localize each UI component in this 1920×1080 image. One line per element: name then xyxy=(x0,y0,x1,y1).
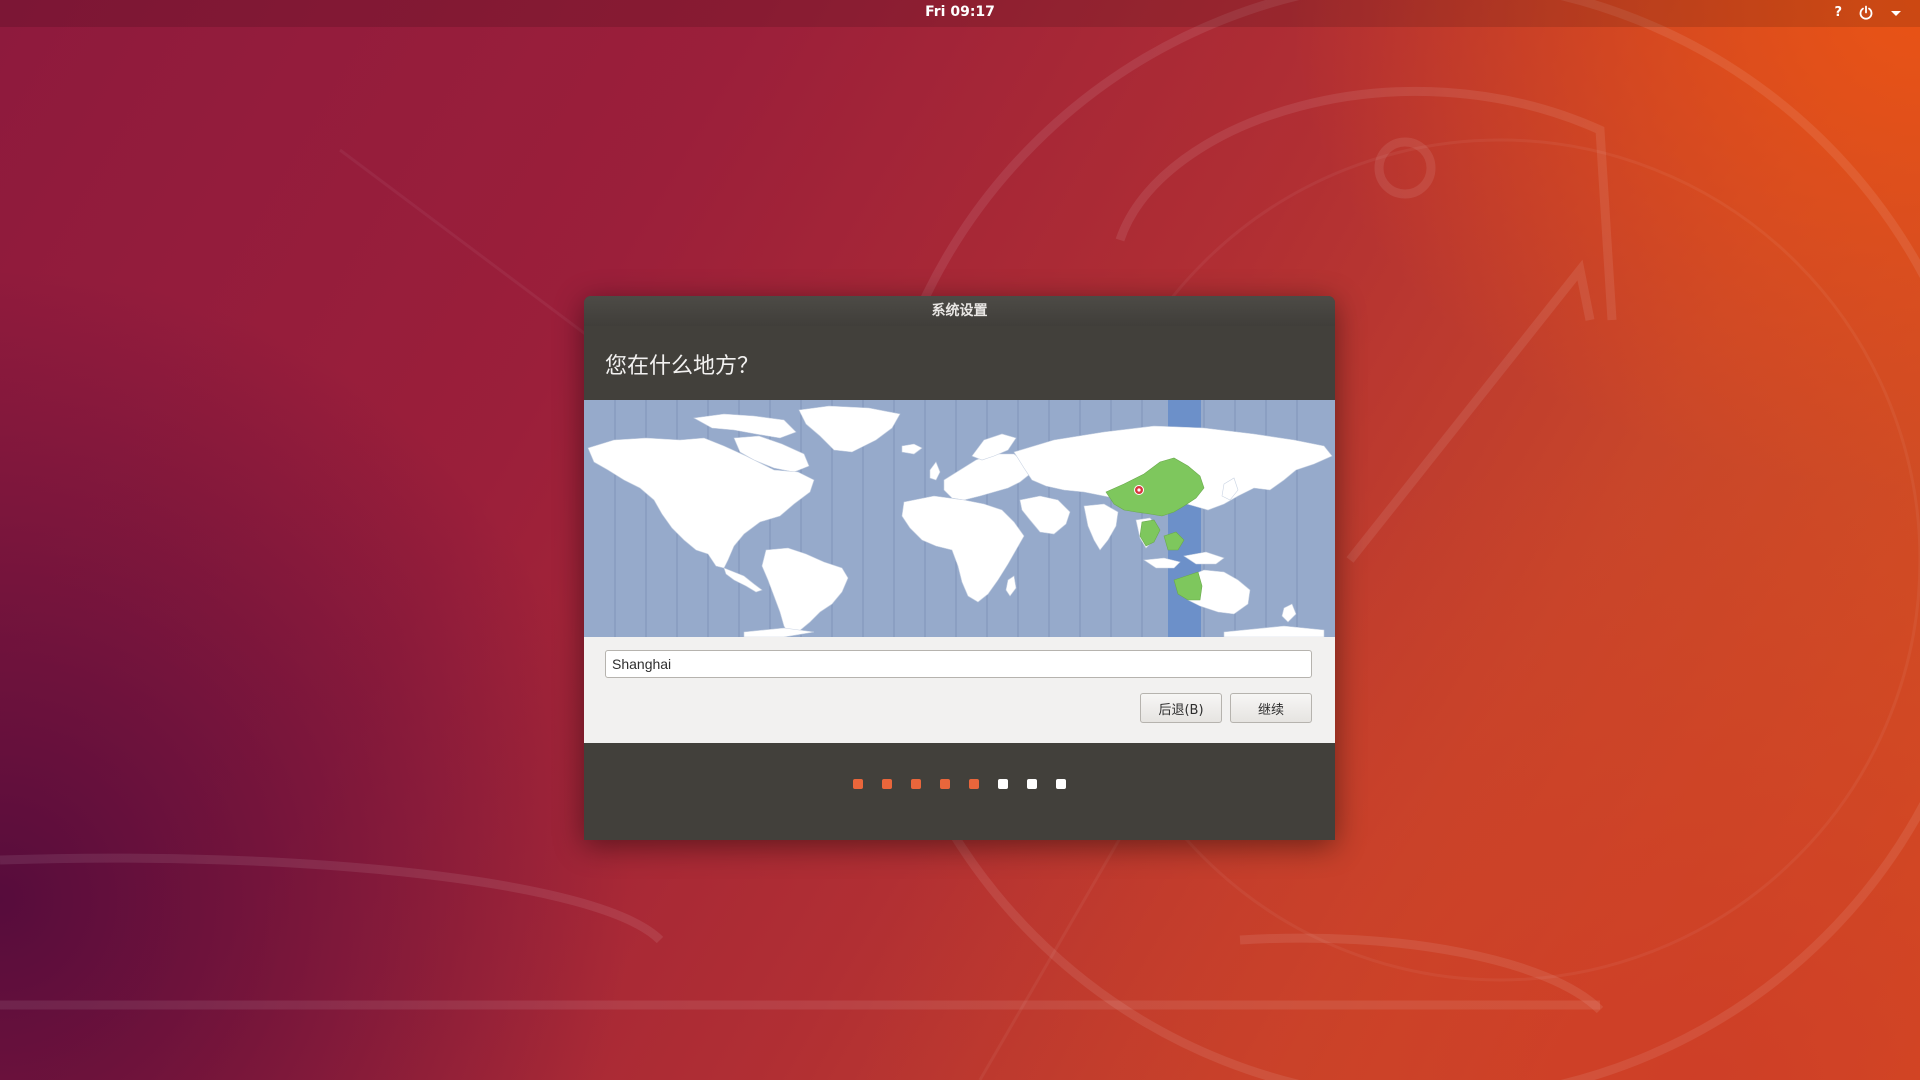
system-menu[interactable] xyxy=(1858,2,1902,24)
progress-dot-pending xyxy=(1056,779,1066,789)
progress-dot-pending xyxy=(1027,779,1037,789)
chevron-down-icon xyxy=(1890,8,1902,18)
progress-indicator xyxy=(584,774,1335,794)
world-map[interactable] xyxy=(584,400,1335,637)
installer-window: 系统设置 您在什么地方？ Shanghai 后退(B) 继续 xyxy=(584,296,1335,840)
progress-dot-done xyxy=(882,779,892,789)
progress-dot-done xyxy=(969,779,979,789)
progress-dot-done xyxy=(911,779,921,789)
location-input[interactable] xyxy=(605,650,1312,678)
top-bar: Fri 09:17 ? xyxy=(0,0,1920,27)
page-title: 您在什么地方？ xyxy=(605,354,760,379)
help-indicator[interactable]: ? xyxy=(1834,5,1842,20)
window-title: 系统设置 xyxy=(584,296,1335,326)
back-button[interactable]: 后退(B) xyxy=(1140,693,1222,723)
timezone-map[interactable] xyxy=(584,400,1335,637)
progress-dot-done xyxy=(853,779,863,789)
progress-dot-done xyxy=(940,779,950,789)
progress-dot-pending xyxy=(998,779,1008,789)
location-panel: 后退(B) 继续 xyxy=(584,637,1335,743)
location-marker xyxy=(1134,485,1144,495)
clock[interactable]: Fri 09:17 xyxy=(0,4,1920,20)
power-icon xyxy=(1858,5,1874,21)
continue-button[interactable]: 继续 xyxy=(1230,693,1312,723)
